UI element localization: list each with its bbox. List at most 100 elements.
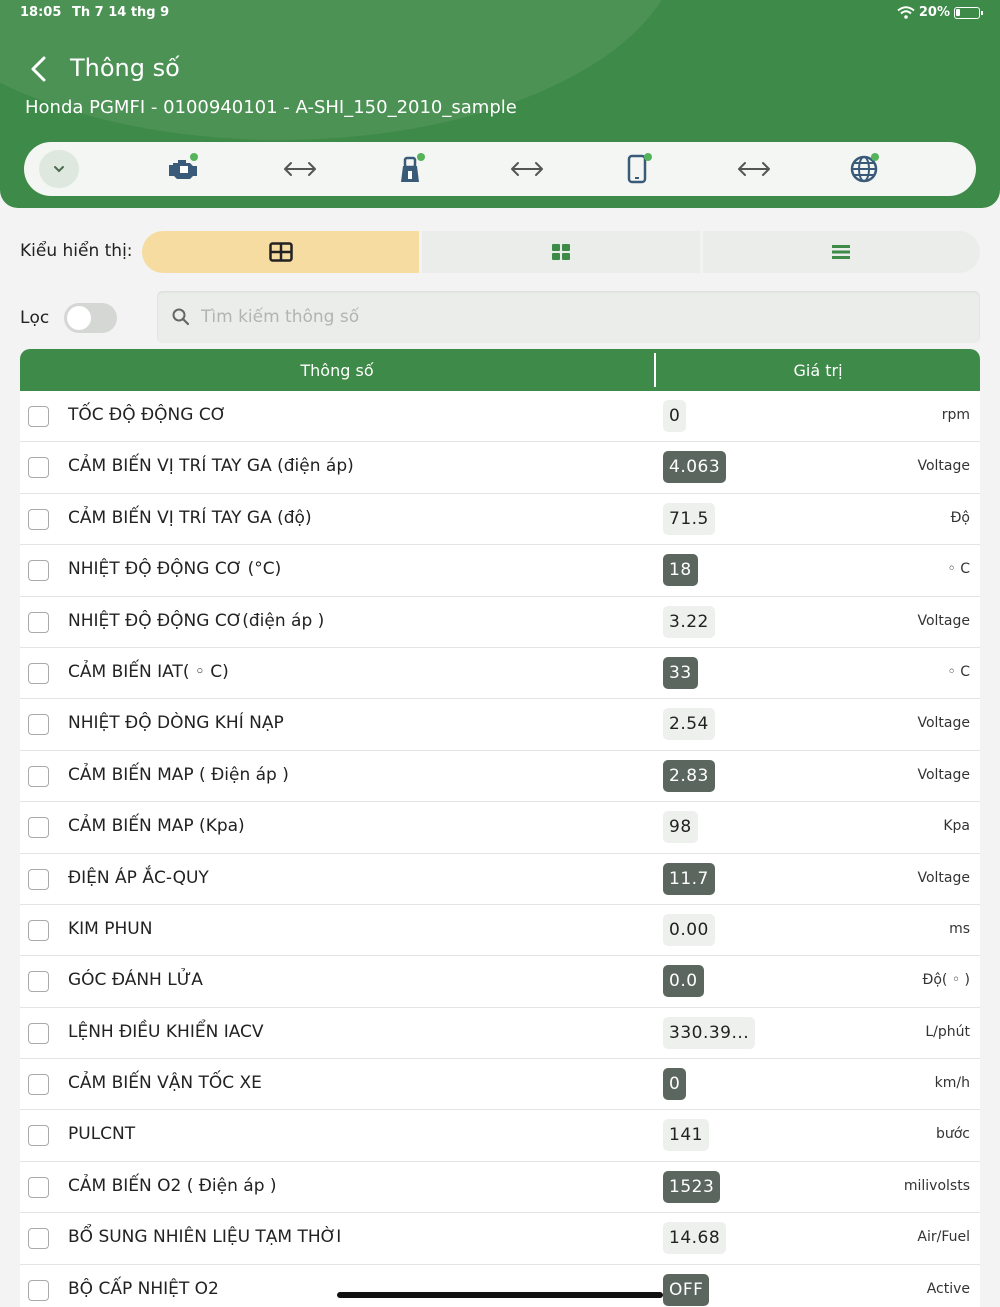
- param-value: 98: [663, 811, 698, 844]
- row-checkbox[interactable]: [28, 1228, 49, 1250]
- row-checkbox[interactable]: [28, 560, 49, 582]
- table-body: TỐC ĐỘ ĐỘNG CƠ 0 rpm CẢM BIẾN VỊ TRÍ TAY GA…: [20, 391, 980, 1307]
- param-value: 0.0: [663, 965, 704, 998]
- param-value: 18: [663, 554, 698, 587]
- row-checkbox[interactable]: [28, 1125, 49, 1147]
- table-row[interactable]: CẢM BIẾN MAP (Kpa) 98 Kpa: [20, 802, 980, 854]
- filter-label: Lọc: [20, 308, 50, 328]
- param-unit: Voltage: [917, 458, 970, 475]
- table-row[interactable]: NHIỆT ĐỘ ĐỘNG CƠ (°C) 18 ◦ C: [20, 545, 980, 597]
- param-value: 4.063: [663, 451, 727, 484]
- left-right-arrow-icon: [738, 162, 770, 176]
- row-checkbox[interactable]: [28, 765, 49, 787]
- param-unit: milivolsts: [903, 1177, 970, 1194]
- row-checkbox[interactable]: [28, 508, 49, 530]
- param-value: OFF: [663, 1273, 710, 1306]
- param-name: CẢM BIẾN O2 ( Điện áp ): [68, 1175, 277, 1196]
- display-mode-list[interactable]: [702, 231, 980, 273]
- param-value: 141: [663, 1119, 709, 1152]
- table-row[interactable]: CẢM BIẾN IAT( ◦ C) 33 ◦ C: [20, 647, 980, 700]
- battery-percent: 20%: [918, 5, 950, 20]
- row-checkbox[interactable]: [28, 919, 49, 941]
- chevron-left-icon: [31, 56, 46, 82]
- param-value: 1523: [663, 1170, 721, 1203]
- search-box: [157, 291, 980, 343]
- adapter-status[interactable]: [392, 152, 428, 186]
- search-input[interactable]: [201, 303, 961, 331]
- param-value: 11.7: [663, 862, 715, 895]
- row-checkbox[interactable]: [28, 406, 49, 427]
- param-unit: ◦ C: [947, 561, 970, 578]
- table-row[interactable]: BỘ CẤP NHIỆT O2 OFF Active: [20, 1264, 980, 1307]
- param-unit: ms: [949, 920, 970, 937]
- param-name: LỆNH ĐIỀU KHIỂN IACV: [68, 1021, 264, 1042]
- row-checkbox[interactable]: [28, 457, 49, 479]
- row-checkbox[interactable]: [28, 714, 49, 736]
- phone-status[interactable]: [619, 152, 655, 186]
- row-checkbox[interactable]: [28, 971, 49, 993]
- param-name: CẢM BIẾN IAT( ◦ C): [68, 661, 229, 682]
- table-row[interactable]: NHIỆT ĐỘ ĐỘNG CƠ(điện áp ) 3.22 Voltage: [20, 596, 980, 648]
- display-mode-table[interactable]: [142, 231, 420, 273]
- table-row[interactable]: PULCNT 141 bước: [20, 1110, 980, 1162]
- table-row[interactable]: CẢM BIẾN VỊ TRÍ TAY GA (độ) 71.5 Độ: [20, 493, 980, 546]
- row-checkbox[interactable]: [28, 1022, 49, 1044]
- param-unit: bước: [935, 1126, 970, 1143]
- row-checkbox[interactable]: [28, 817, 49, 839]
- param-name: NHIỆT ĐỘ DÒNG KHÍ NẠP: [68, 713, 284, 734]
- param-name: BỘ CẤP NHIỆT O2: [68, 1278, 219, 1299]
- param-value: 0: [663, 400, 687, 432]
- table-row[interactable]: CẢM BIẾN VỊ TRÍ TAY GA (điện áp) 4.063 Vol…: [20, 442, 980, 494]
- connection-bar: [24, 142, 976, 196]
- adapter-status-dot: [417, 153, 425, 161]
- filter-toggle[interactable]: [64, 303, 117, 333]
- param-value: 2.83: [663, 759, 715, 792]
- table-row[interactable]: CẢM BIẾN MAP ( Điện áp ) 2.83 Voltage: [20, 750, 980, 803]
- table-row[interactable]: LỆNH ĐIỀU KHIỂN IACV 330.39... L/phút: [20, 1007, 980, 1060]
- header-param: Thông số: [20, 353, 656, 387]
- grid-icon: [551, 244, 570, 260]
- page-title: Thông số: [70, 54, 180, 82]
- parameter-table: Thông số Giá trị TỐC ĐỘ ĐỘNG CƠ 0 rpm CẢM B…: [20, 349, 980, 1307]
- status-bar: 18:05 Th 7 14 thg 9 20%: [20, 5, 983, 23]
- param-unit: rpm: [941, 407, 970, 423]
- table-row[interactable]: NHIỆT ĐỘ DÒNG KHÍ NẠP 2.54 Voltage: [20, 699, 980, 751]
- param-unit: Air/Fuel: [917, 1229, 970, 1246]
- table-row[interactable]: KIM PHUN 0.00 ms: [20, 904, 980, 957]
- toggle-knob: [67, 306, 91, 330]
- engine-status[interactable]: [165, 152, 201, 186]
- display-mode-grid[interactable]: [422, 231, 700, 273]
- back-button[interactable]: [26, 54, 54, 84]
- param-name: CẢM BIẾN VẬN TỐC XE: [68, 1073, 262, 1094]
- row-checkbox[interactable]: [28, 611, 49, 633]
- row-checkbox[interactable]: [28, 1074, 49, 1096]
- row-checkbox[interactable]: [28, 1279, 49, 1301]
- expand-button[interactable]: [39, 150, 79, 188]
- table-icon: [268, 242, 293, 262]
- param-unit: L/phút: [925, 1023, 970, 1040]
- table-row[interactable]: CẢM BIẾN VẬN TỐC XE 0 km/h: [20, 1059, 980, 1111]
- table-row[interactable]: GÓC ĐÁNH LỬA 0.0 Độ( ◦ ): [20, 956, 980, 1008]
- row-checkbox[interactable]: [28, 868, 49, 890]
- param-value: 71.5: [663, 502, 715, 535]
- server-status[interactable]: [846, 152, 882, 186]
- row-checkbox[interactable]: [28, 1176, 49, 1198]
- param-name: CẢM BIẾN MAP (Kpa): [68, 816, 245, 837]
- search-icon: [172, 308, 190, 326]
- param-unit: Voltage: [917, 869, 970, 886]
- table-row[interactable]: CẢM BIẾN O2 ( Điện áp ) 1523 milivolsts: [20, 1161, 980, 1214]
- table-row[interactable]: TỐC ĐỘ ĐỘNG CƠ 0 rpm: [20, 391, 980, 443]
- param-name: TỐC ĐỘ ĐỘNG CƠ: [68, 405, 227, 425]
- home-indicator: [337, 1292, 663, 1298]
- param-unit: Voltage: [917, 766, 970, 783]
- table-row[interactable]: BỔ SUNG NHIÊN LIỆU TẠM THỜI 14.68 Air/Fuel: [20, 1213, 980, 1265]
- status-date: Th 7 14 thg 9: [72, 5, 170, 20]
- param-unit: Kpa: [943, 818, 970, 835]
- param-unit: Độ: [950, 509, 970, 526]
- param-value: 0: [663, 1068, 687, 1101]
- left-right-arrow-icon: [284, 162, 316, 176]
- param-name: ĐIỆN ÁP ẮC-QUY: [68, 867, 209, 888]
- row-checkbox[interactable]: [28, 662, 49, 684]
- battery-icon: [954, 6, 983, 19]
- table-row[interactable]: ĐIỆN ÁP ẮC-QUY 11.7 Voltage: [20, 853, 980, 905]
